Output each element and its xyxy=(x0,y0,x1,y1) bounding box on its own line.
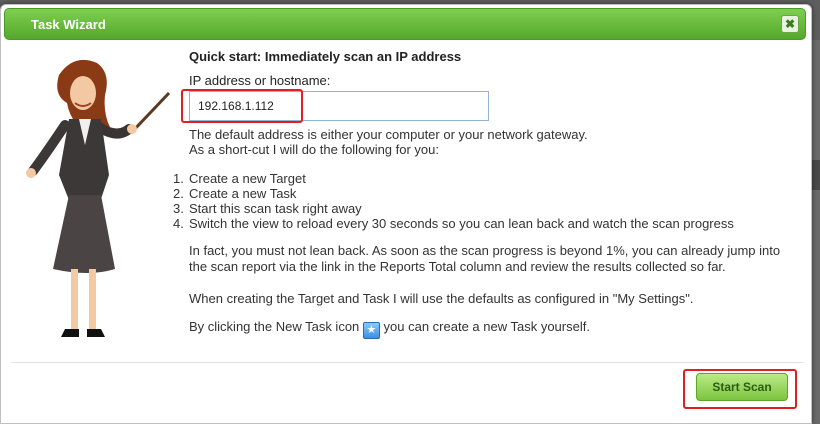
task-wizard-dialog: Task Wizard ✖ Quick start: Immediately s… xyxy=(0,4,812,424)
ip-address-input[interactable] xyxy=(189,91,489,121)
dialog-titlebar[interactable]: Task Wizard ✖ xyxy=(4,8,806,40)
defaults-paragraph: When creating the Target and Task I will… xyxy=(189,291,694,306)
shortcut-hint: As a short-cut I will do the following f… xyxy=(189,142,440,157)
list-item: 1. Create a new Target xyxy=(173,171,306,186)
default-address-hint: The default address is either your compu… xyxy=(189,127,588,142)
steps-list: 1. Create a new Target 2. Create a new Tas… xyxy=(173,171,734,231)
new-task-paragraph: By clicking the New Task icon ★ you can … xyxy=(189,319,799,339)
close-icon[interactable]: ✖ xyxy=(781,15,799,33)
list-item: 3. Start this scan task right away xyxy=(173,201,362,216)
ip-address-label: IP address or hostname: xyxy=(189,73,331,88)
lean-back-paragraph: In fact, you must not lean back. As soon… xyxy=(189,243,781,274)
dialog-title: Task Wizard xyxy=(31,17,106,32)
list-item: 4. Switch the view to reload every 30 sec… xyxy=(173,216,734,231)
new-task-icon[interactable]: ★ xyxy=(362,322,380,339)
start-scan-button[interactable]: Start Scan xyxy=(696,373,788,401)
list-item: 2. Create a new Task xyxy=(173,186,297,201)
footer-divider xyxy=(11,362,803,363)
quick-start-heading: Quick start: Immediately scan an IP addr… xyxy=(189,49,462,64)
wizard-teacher-illustration xyxy=(26,59,171,337)
